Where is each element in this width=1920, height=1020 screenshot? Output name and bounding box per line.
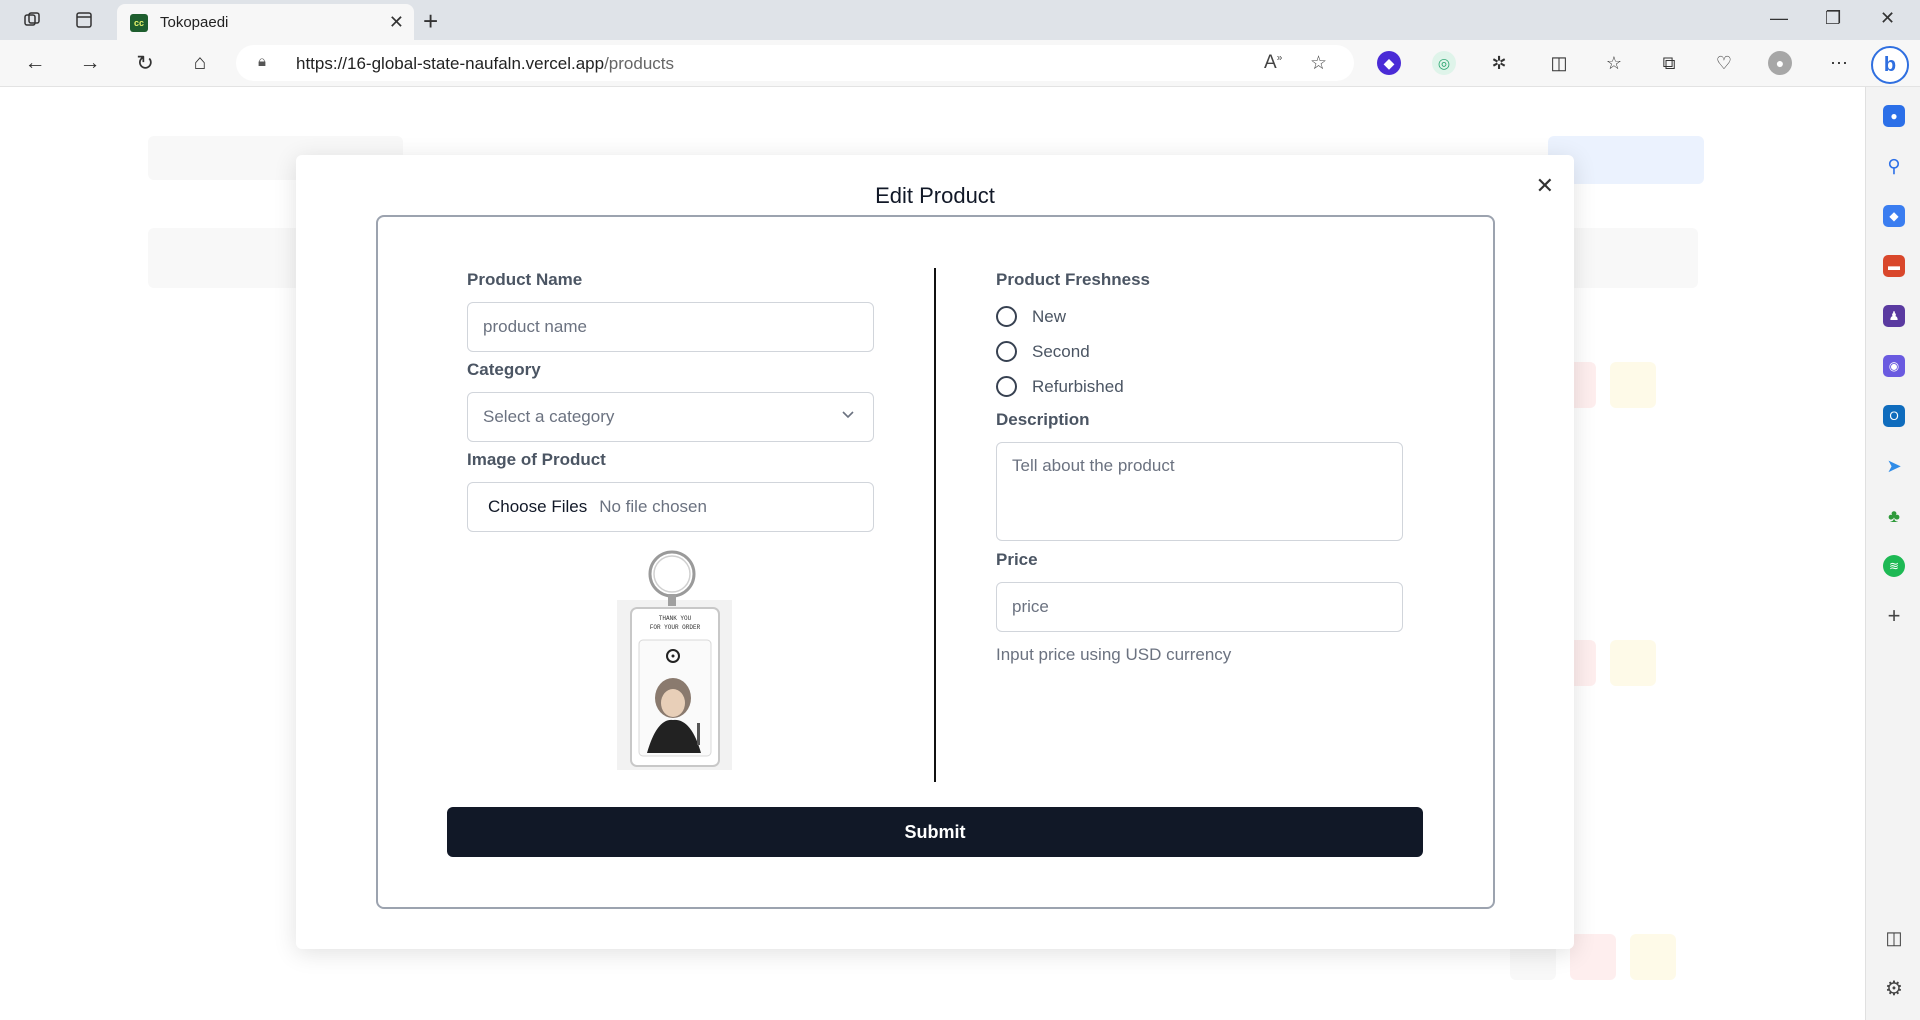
description-placeholder: Tell about the product: [1012, 456, 1175, 475]
product-name-placeholder: product name: [483, 317, 587, 336]
submit-button[interactable]: Submit: [447, 807, 1423, 857]
back-icon[interactable]: ←: [22, 50, 48, 76]
spotify-icon[interactable]: ≋: [1883, 555, 1905, 577]
lock-icon: 🔒︎: [258, 53, 266, 70]
tab-close-icon[interactable]: ✕: [389, 12, 404, 33]
search-icon[interactable]: ⚲: [1883, 155, 1905, 177]
extension-2-icon[interactable]: ◎: [1432, 51, 1456, 75]
freshness-option-label: Refurbished: [1032, 376, 1124, 396]
close-icon[interactable]: ✕: [1536, 173, 1554, 199]
category-selected-value: Select a category: [483, 407, 615, 426]
keychain-text-line1: THANK YOU: [659, 615, 692, 622]
telegram-icon[interactable]: ➤: [1883, 455, 1905, 477]
tab-title: Tokopaedi: [160, 14, 229, 31]
performance-icon[interactable]: ♡: [1712, 51, 1736, 75]
collections-icon[interactable]: ⧉: [1657, 51, 1681, 75]
outlook-icon[interactable]: O: [1883, 405, 1905, 427]
url-text: https://16-global-state-naufaln.vercel.a…: [296, 54, 675, 73]
edge-sidebar: ● ⚲ ◆ ▬ ♟ ◉ O ➤ ♣ ≋ + ◫ ⚙: [1865, 87, 1920, 1020]
split-screen-icon[interactable]: ◫: [1547, 51, 1571, 75]
description-label: Description: [996, 410, 1090, 429]
freshness-option-label: Second: [1032, 341, 1090, 361]
radio-button[interactable]: [996, 376, 1017, 397]
browser-tab[interactable]: cc Tokopaedi ✕: [117, 4, 414, 40]
window-close-icon[interactable]: ✕: [1880, 8, 1895, 29]
microsoft365-icon[interactable]: ◉: [1883, 355, 1905, 377]
shopping-tag-icon[interactable]: ◆: [1883, 205, 1905, 227]
product-name-input[interactable]: product name: [467, 302, 874, 352]
minimize-icon[interactable]: —: [1770, 8, 1788, 29]
description-textarea[interactable]: Tell about the product: [996, 442, 1403, 541]
category-select[interactable]: Select a category: [467, 392, 874, 442]
freshness-label: Product Freshness: [996, 270, 1150, 289]
extension-1-icon[interactable]: ◆: [1377, 51, 1401, 75]
product-image-preview: THANK YOU FOR YOUR ORDER: [617, 550, 732, 770]
games-icon[interactable]: ♟: [1883, 305, 1905, 327]
image-file-input[interactable]: Choose Files No file chosen: [467, 482, 874, 532]
tab-favicon-icon: cc: [130, 14, 148, 32]
freshness-option-refurbished[interactable]: Refurbished: [996, 376, 1124, 397]
file-status-text: No file chosen: [599, 497, 707, 516]
extensions-puzzle-icon[interactable]: ✲: [1487, 51, 1511, 75]
copilot-icon[interactable]: b: [1871, 46, 1909, 84]
freshness-option-label: New: [1032, 306, 1067, 326]
profile-avatar[interactable]: ●: [1768, 51, 1792, 75]
new-tab-icon[interactable]: +: [423, 6, 438, 37]
keychain-text-line2: FOR YOUR ORDER: [650, 624, 701, 631]
workspaces-icon[interactable]: [20, 8, 44, 32]
modal-title: Edit Product: [875, 183, 995, 208]
price-hint: Input price using USD currency: [996, 645, 1232, 664]
favorite-star-icon[interactable]: ☆: [1310, 52, 1327, 75]
chevron-down-icon: [841, 407, 855, 423]
product-name-label: Product Name: [467, 270, 583, 289]
refresh-icon[interactable]: ↻: [132, 50, 158, 76]
tree-icon[interactable]: ♣: [1883, 505, 1905, 527]
browser-toolbar: ← → ↻ ⌂ 🔒︎ https://16-global-state-naufa…: [0, 40, 1920, 87]
choose-files-button[interactable]: Choose Files: [488, 497, 587, 517]
settings-gear-icon[interactable]: ⚙: [1883, 977, 1905, 1000]
address-bar[interactable]: 🔒︎ https://16-global-state-naufaln.verce…: [236, 45, 1354, 81]
browser-tab-bar: cc Tokopaedi ✕ + — ❐ ✕: [0, 0, 1920, 40]
notifications-icon[interactable]: ●: [1883, 105, 1905, 127]
price-input[interactable]: price: [996, 582, 1403, 632]
forward-icon[interactable]: →: [77, 50, 103, 76]
tools-icon[interactable]: ▬: [1883, 255, 1905, 277]
column-divider: [934, 268, 936, 782]
read-aloud-icon[interactable]: A»: [1264, 52, 1282, 74]
radio-button[interactable]: [996, 341, 1017, 362]
image-label: Image of Product: [467, 450, 606, 469]
price-placeholder: price: [1012, 597, 1049, 616]
category-label: Category: [467, 360, 541, 379]
freshness-option-second[interactable]: Second: [996, 341, 1090, 362]
tab-actions-icon[interactable]: [72, 8, 96, 32]
home-icon[interactable]: ⌂: [187, 50, 213, 76]
favorites-icon[interactable]: ☆: [1602, 51, 1626, 75]
restore-icon[interactable]: ❐: [1825, 8, 1841, 29]
add-sidebar-app-icon[interactable]: +: [1883, 603, 1905, 628]
freshness-option-new[interactable]: New: [996, 306, 1066, 327]
more-options-icon[interactable]: ⋯: [1827, 51, 1851, 75]
radio-button[interactable]: [996, 306, 1017, 327]
sidebar-toggle-icon[interactable]: ◫: [1883, 927, 1905, 949]
price-label: Price: [996, 550, 1038, 569]
